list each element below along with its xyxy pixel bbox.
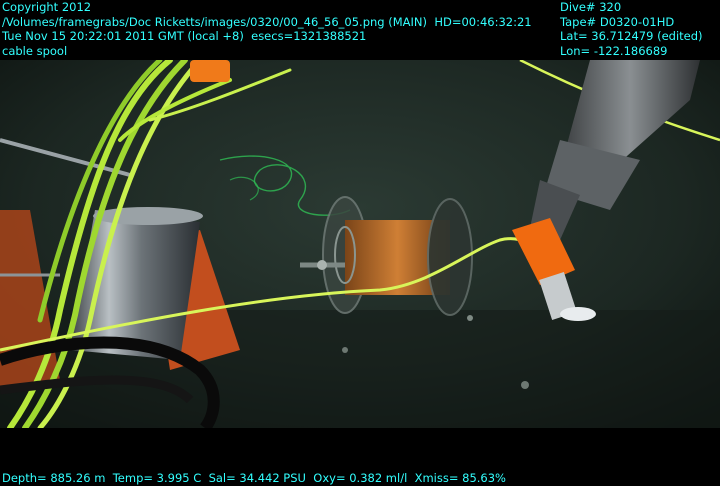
video-frame: Copyright 2012/Volumes/framegrabs/Doc Ri… bbox=[0, 0, 720, 486]
dive-number: Dive# 320 bbox=[560, 0, 622, 14]
underwater-scene bbox=[0, 60, 720, 428]
caption-line: cable spool bbox=[2, 43, 68, 58]
overlay-top-left: Copyright 2012/Volumes/framegrabs/Doc Ri… bbox=[2, 0, 532, 58]
orange-connector bbox=[190, 60, 230, 82]
tape-number: Tape# D0320-01HD bbox=[560, 14, 675, 29]
longitude: Lon= -122.186689 bbox=[560, 43, 668, 58]
latitude: Lat= 36.712479 (edited) bbox=[560, 29, 703, 43]
sensor-readout: Depth= 885.26 m Temp= 3.995 C Sal= 34.44… bbox=[2, 471, 506, 485]
overlay-top-right: Dive# 320 Tape# D0320-01HD Lat= 36.712479 … bbox=[560, 0, 703, 58]
timestamp-line: Tue Nov 15 20:22:01 2011 GMT (local +8) … bbox=[2, 29, 367, 43]
copyright-line: Copyright 2012 bbox=[2, 0, 92, 14]
file-path-line: /Volumes/framegrabs/Doc Ricketts/images/… bbox=[2, 14, 532, 29]
